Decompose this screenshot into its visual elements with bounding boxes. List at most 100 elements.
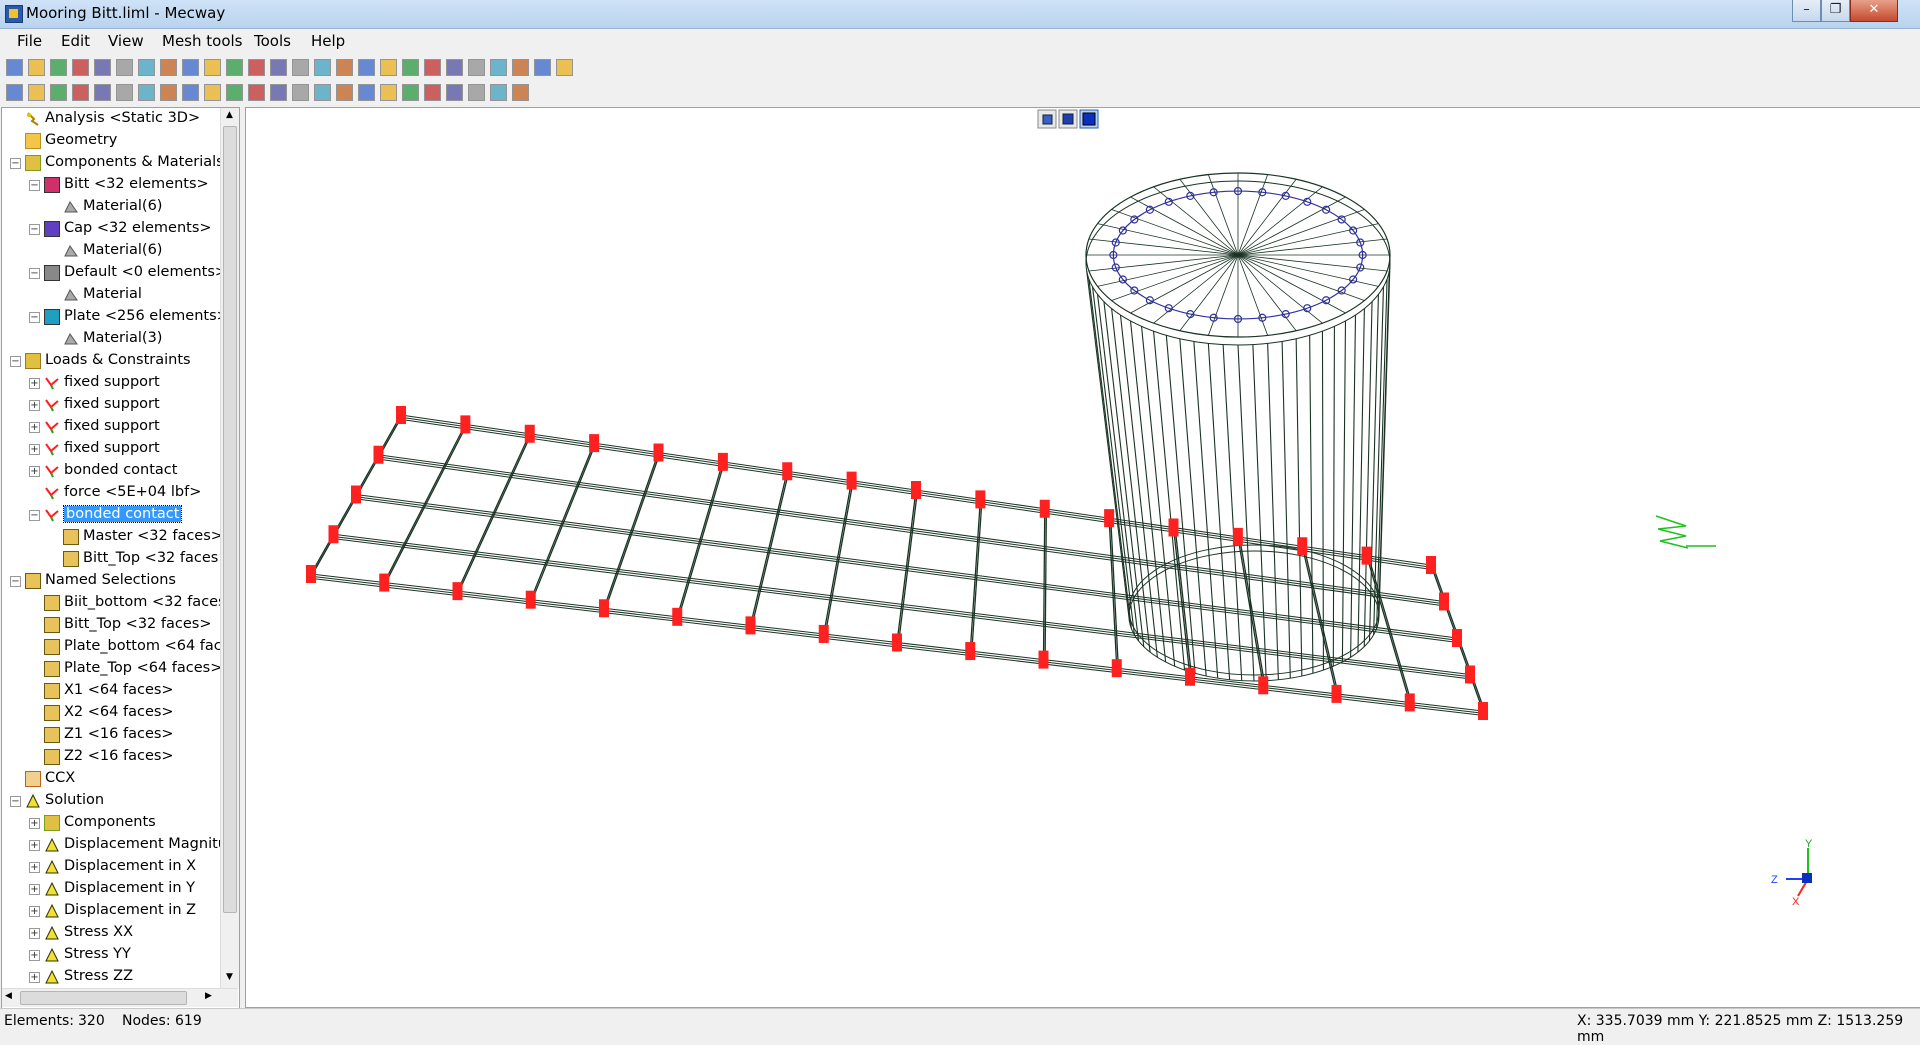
tree-item[interactable]: + fixed support — [2, 416, 222, 438]
toolbar-button-icon[interactable] — [226, 84, 243, 101]
expand-icon[interactable]: + — [29, 950, 40, 961]
tree-scroll-thumb[interactable] — [223, 126, 237, 913]
view-orientation-buttons[interactable] — [1037, 109, 1099, 129]
expand-icon[interactable]: + — [29, 972, 40, 983]
toolbar-button-icon[interactable] — [72, 59, 89, 76]
tree-item[interactable]: Material(3) — [2, 328, 222, 350]
toolbar-button-icon[interactable] — [424, 59, 441, 76]
model-view[interactable]: Y Z X — [246, 108, 1920, 1007]
collapse-icon[interactable]: − — [10, 356, 21, 367]
collapse-icon[interactable]: − — [10, 576, 21, 587]
scroll-right-icon[interactable]: ▶ — [205, 991, 212, 1001]
toolbar-button-icon[interactable] — [248, 84, 265, 101]
tree-item[interactable]: + Stress YY — [2, 944, 222, 966]
tree-item[interactable]: − Default <0 elements> — [2, 262, 222, 284]
toolbar-button-icon[interactable] — [160, 84, 177, 101]
toolbar-button-icon[interactable] — [160, 59, 177, 76]
toolbar-button-icon[interactable] — [446, 84, 463, 101]
tree-item[interactable]: − Bitt <32 elements> — [2, 174, 222, 196]
tree-item[interactable]: − Components & Materials — [2, 152, 222, 174]
tree-item[interactable]: Z1 <16 faces> — [2, 724, 222, 746]
tree-item[interactable]: − Solution — [2, 790, 222, 812]
toolbar-button-icon[interactable] — [6, 84, 23, 101]
menu-file[interactable]: File — [17, 32, 42, 50]
toolbar-button-icon[interactable] — [402, 84, 419, 101]
tree-item[interactable]: force <5E+04 lbf> — [2, 482, 222, 504]
tree-item[interactable]: Geometry — [2, 130, 222, 152]
tree-item[interactable]: − Cap <32 elements> — [2, 218, 222, 240]
toolbar-button-icon[interactable] — [358, 59, 375, 76]
toolbar-button-icon[interactable] — [314, 84, 331, 101]
toolbar-button-icon[interactable] — [182, 59, 199, 76]
toolbar-button-icon[interactable] — [468, 84, 485, 101]
tree-item[interactable]: + Displacement in Z — [2, 900, 222, 922]
toolbar-button-icon[interactable] — [138, 59, 155, 76]
expand-icon[interactable]: + — [29, 444, 40, 455]
tree-item[interactable]: − bonded contact — [2, 504, 222, 526]
tree-item[interactable]: + bonded contact — [2, 460, 222, 482]
toolbar-button-icon[interactable] — [138, 84, 155, 101]
toolbar-button-icon[interactable] — [50, 84, 67, 101]
tree-vertical-scrollbar[interactable]: ▲ ▼ — [220, 108, 239, 988]
toolbar-button-icon[interactable] — [248, 59, 265, 76]
tree-item[interactable]: + Components — [2, 812, 222, 834]
toolbar-button-icon[interactable] — [94, 84, 111, 101]
toolbar-button-icon[interactable] — [116, 84, 133, 101]
toolbar-button-icon[interactable] — [380, 84, 397, 101]
toolbar-button-icon[interactable] — [28, 84, 45, 101]
toolbar-button-icon[interactable] — [468, 59, 485, 76]
expand-icon[interactable]: + — [29, 400, 40, 411]
scroll-up-icon[interactable]: ▲ — [223, 110, 236, 123]
tree-item[interactable]: Plate_Top <64 faces> — [2, 658, 222, 680]
minimize-button[interactable]: – — [1792, 0, 1821, 22]
outline-tree[interactable]: Analysis <Static 3D> Geometry − Components … — [1, 107, 240, 1009]
expand-icon[interactable]: + — [29, 422, 40, 433]
tree-item[interactable]: Biit_bottom <32 faces> — [2, 592, 222, 614]
menu-help[interactable]: Help — [311, 32, 345, 50]
toolbar-button-icon[interactable] — [446, 59, 463, 76]
toolbar-button-icon[interactable] — [380, 59, 397, 76]
scroll-down-icon[interactable]: ▼ — [223, 972, 236, 985]
tree-item[interactable]: Analysis <Static 3D> — [2, 108, 222, 130]
toolbar-button-icon[interactable] — [94, 59, 111, 76]
tree-item[interactable]: X1 <64 faces> — [2, 680, 222, 702]
menu-tools[interactable]: Tools — [254, 32, 291, 50]
toolbar-button-icon[interactable] — [270, 59, 287, 76]
model-viewport[interactable]: Y Z X — [245, 107, 1920, 1008]
toolbar-button-icon[interactable] — [424, 84, 441, 101]
tree-item[interactable]: Bitt_Top <32 faces> — [2, 548, 222, 570]
toolbar-button-icon[interactable] — [534, 59, 551, 76]
tree-item[interactable]: + Displacement in X — [2, 856, 222, 878]
toolbar-button-icon[interactable] — [490, 59, 507, 76]
close-button[interactable]: ✕ — [1850, 0, 1898, 22]
menu-edit[interactable]: Edit — [61, 32, 90, 50]
collapse-icon[interactable]: − — [10, 158, 21, 169]
collapse-icon[interactable]: − — [29, 510, 40, 521]
tree-item[interactable]: + Stress ZZ — [2, 966, 222, 988]
toolbar-button-icon[interactable] — [336, 59, 353, 76]
expand-icon[interactable]: + — [29, 378, 40, 389]
maximize-button[interactable]: ❐ — [1821, 0, 1850, 22]
toolbar-button-icon[interactable] — [292, 84, 309, 101]
expand-icon[interactable]: + — [29, 906, 40, 917]
tree-item[interactable]: Material(6) — [2, 196, 222, 218]
tree-horizontal-scrollbar[interactable]: ◀ ▶ — [2, 988, 238, 1007]
tree-item[interactable]: + fixed support — [2, 438, 222, 460]
tree-item[interactable]: + Stress XX — [2, 922, 222, 944]
tree-item[interactable]: Z2 <16 faces> — [2, 746, 222, 768]
toolbar-button-icon[interactable] — [512, 84, 529, 101]
tree-item[interactable]: + Displacement in Y — [2, 878, 222, 900]
toolbar-button-icon[interactable] — [358, 84, 375, 101]
toolbar-button-icon[interactable] — [336, 84, 353, 101]
tree-item[interactable]: CCX — [2, 768, 222, 790]
toolbar-button-icon[interactable] — [50, 59, 67, 76]
tree-item[interactable]: − Named Selections — [2, 570, 222, 592]
expand-icon[interactable]: + — [29, 884, 40, 895]
tree-item[interactable]: Plate_bottom <64 faces> — [2, 636, 222, 658]
expand-icon[interactable]: + — [29, 840, 40, 851]
toolbar-button-icon[interactable] — [270, 84, 287, 101]
toolbar-button-icon[interactable] — [116, 59, 133, 76]
menu-view[interactable]: View — [108, 32, 144, 50]
expand-icon[interactable]: + — [29, 818, 40, 829]
tree-item[interactable]: Bitt_Top <32 faces> — [2, 614, 222, 636]
